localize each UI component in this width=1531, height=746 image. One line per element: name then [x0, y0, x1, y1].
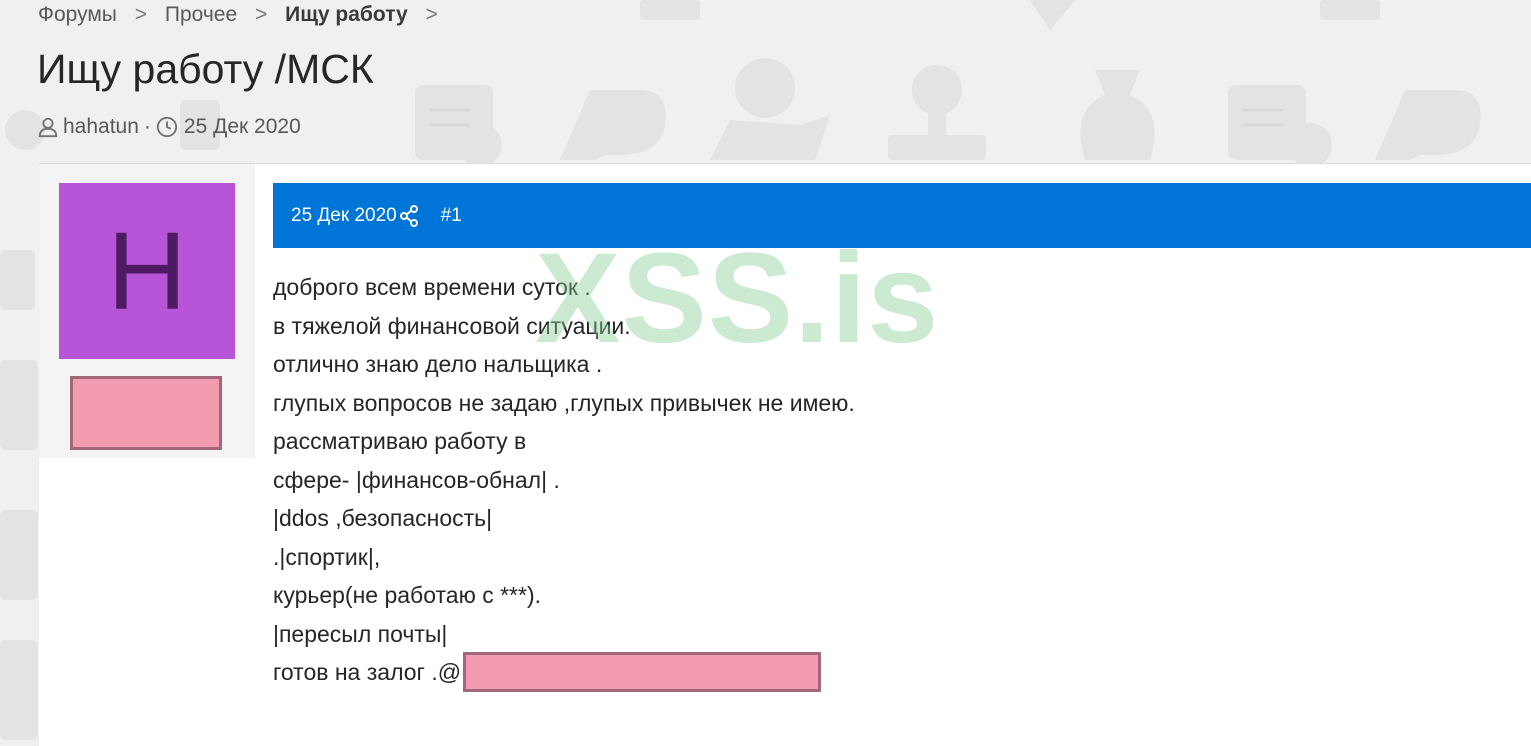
post-line: отлично знаю дело нальщика .	[273, 351, 603, 377]
meta-separator: ·	[143, 115, 151, 138]
avatar[interactable]: H	[59, 183, 235, 359]
post-user-column: H	[39, 164, 255, 458]
redacted-username	[70, 376, 222, 450]
breadcrumb-item-forums[interactable]: Форумы	[38, 3, 117, 26]
post-number[interactable]: #1	[441, 205, 462, 227]
post-body: доброго всем времени суток . в тяжелой ф…	[273, 268, 855, 694]
breadcrumb-item-job-search[interactable]: Ищу работу	[285, 3, 408, 26]
post-line: рассматриваю работу в	[273, 428, 527, 454]
post: H 25 Дек 2020 #1 доброго всем времени су…	[39, 163, 1531, 746]
thread-date[interactable]: 25 Дек 2020	[184, 115, 301, 139]
breadcrumb: Форумы > Прочее > Ищу работу >	[38, 3, 450, 27]
post-line-last: готов на залог .@	[273, 651, 855, 694]
breadcrumb-separator: >	[134, 3, 147, 26]
post-line: |пересыл почты|	[273, 620, 448, 647]
breadcrumb-item-other[interactable]: Прочее	[165, 3, 237, 26]
avatar-letter: H	[107, 209, 187, 333]
user-icon	[37, 115, 59, 139]
post-line: .|спортик|,	[273, 543, 381, 570]
post-line: доброго всем времени суток .	[273, 274, 591, 300]
post-line: |ddos ,безопасность|	[273, 505, 493, 531]
redacted-contact	[463, 651, 822, 692]
post-line: глупых вопросов не задаю ,глупых привыче…	[273, 389, 855, 416]
share-icon[interactable]	[399, 204, 419, 227]
breadcrumb-separator: >	[254, 3, 268, 26]
clock-icon	[156, 115, 178, 139]
thread-meta: hahatun · 25 Дек 2020	[37, 115, 301, 139]
post-header: 25 Дек 2020 #1	[273, 183, 1531, 248]
post-line: в тяжелой финансовой ситуации.	[273, 312, 631, 339]
post-line: готов на залог .@	[273, 659, 462, 685]
breadcrumb-separator: >	[425, 3, 438, 26]
post-date[interactable]: 25 Дек 2020	[291, 205, 397, 227]
page-title: Ищу работу /МСК	[37, 46, 374, 92]
thread-author[interactable]: hahatun	[63, 115, 139, 139]
post-line: курьер(не работаю с ***).	[273, 582, 542, 608]
post-line: сфере- |финансов-обнал| .	[273, 466, 560, 493]
